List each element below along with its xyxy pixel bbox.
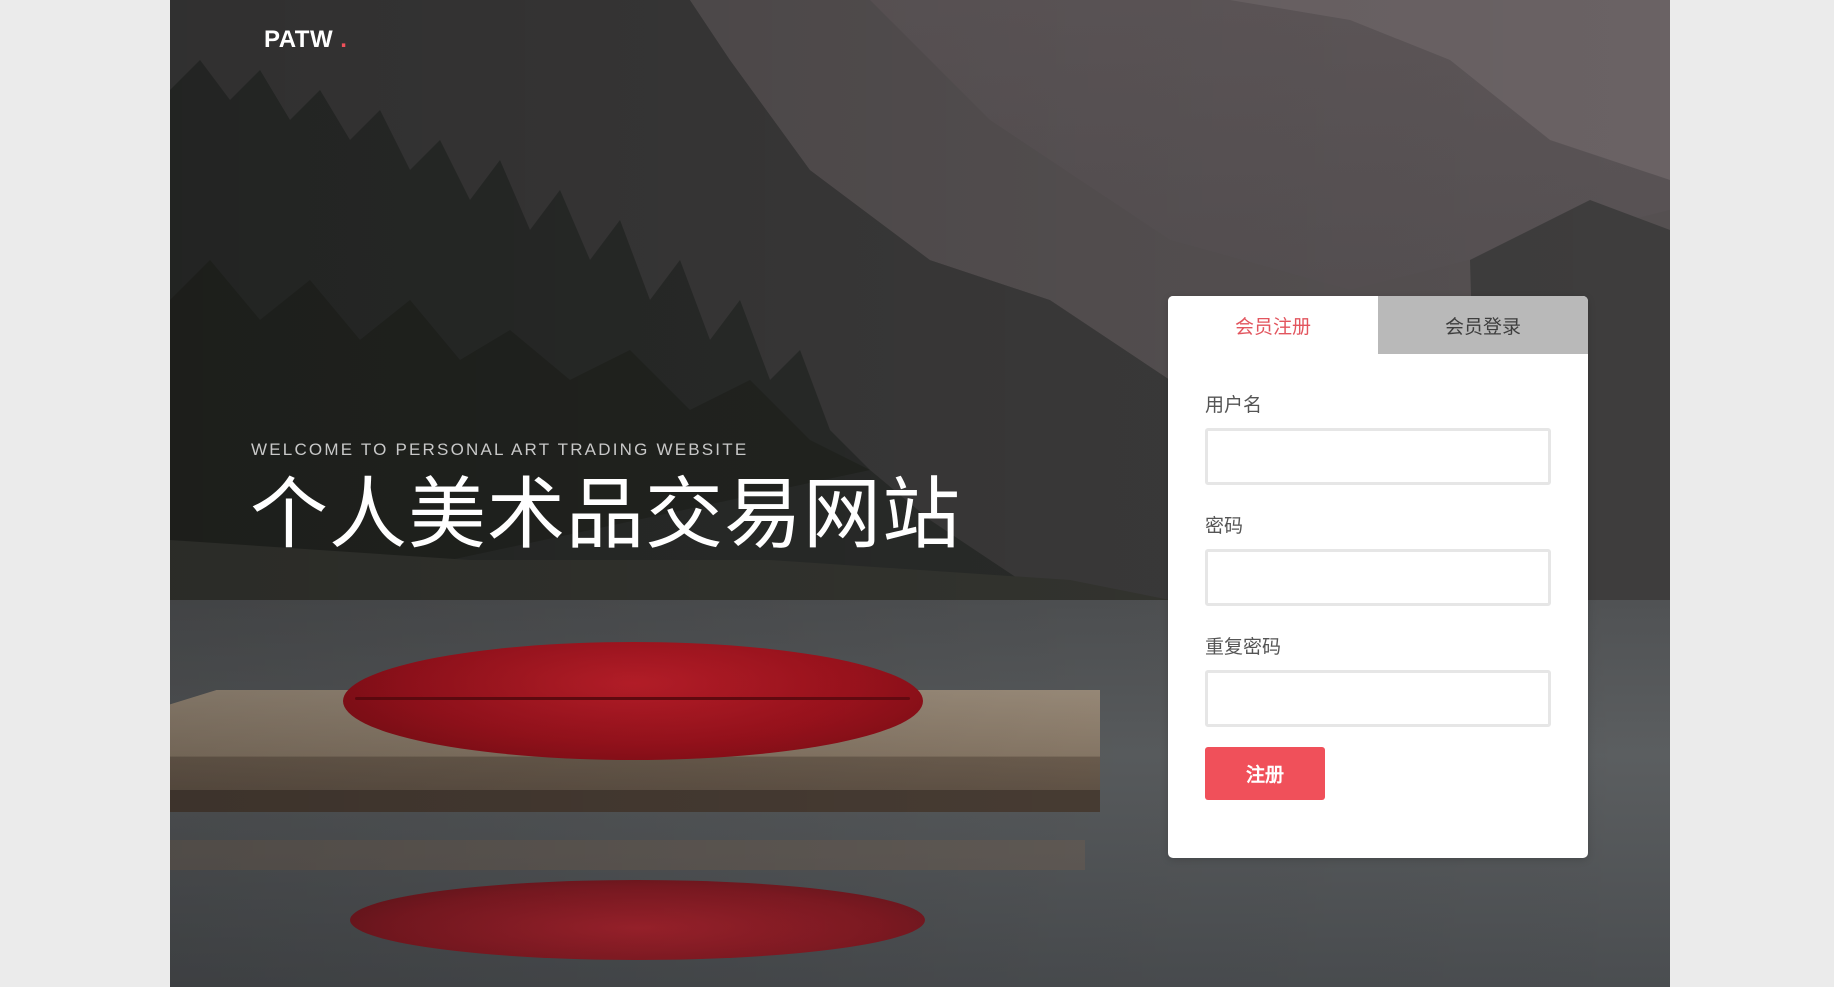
auth-card: 会员注册 会员登录 用户名 密码 重复密码 注册 (1168, 296, 1588, 858)
confirm-password-label: 重复密码 (1205, 637, 1282, 658)
hero-title: 个人美术品交易网站 (250, 470, 962, 560)
tab-login[interactable]: 会员登录 (1378, 296, 1588, 354)
username-label: 用户名 (1205, 395, 1263, 416)
hero-subtitle: WELCOME TO PERSONAL ART TRADING WEBSITE (251, 440, 749, 459)
brand-logo[interactable]: PATW . (264, 26, 347, 54)
username-input[interactable] (1205, 428, 1551, 485)
password-input[interactable] (1205, 549, 1551, 606)
confirm-password-input[interactable] (1205, 670, 1551, 727)
register-button[interactable]: 注册 (1205, 747, 1325, 800)
register-form: 用户名 密码 重复密码 注册 (1168, 354, 1588, 800)
page-container: PATW . WELCOME TO PERSONAL ART TRADING W… (170, 0, 1670, 987)
tab-register[interactable]: 会员注册 (1168, 296, 1378, 354)
brand-dot: . (340, 26, 348, 53)
brand-name: PATW (264, 26, 334, 53)
auth-tabs: 会员注册 会员登录 (1168, 296, 1588, 354)
password-label: 密码 (1205, 516, 1244, 537)
